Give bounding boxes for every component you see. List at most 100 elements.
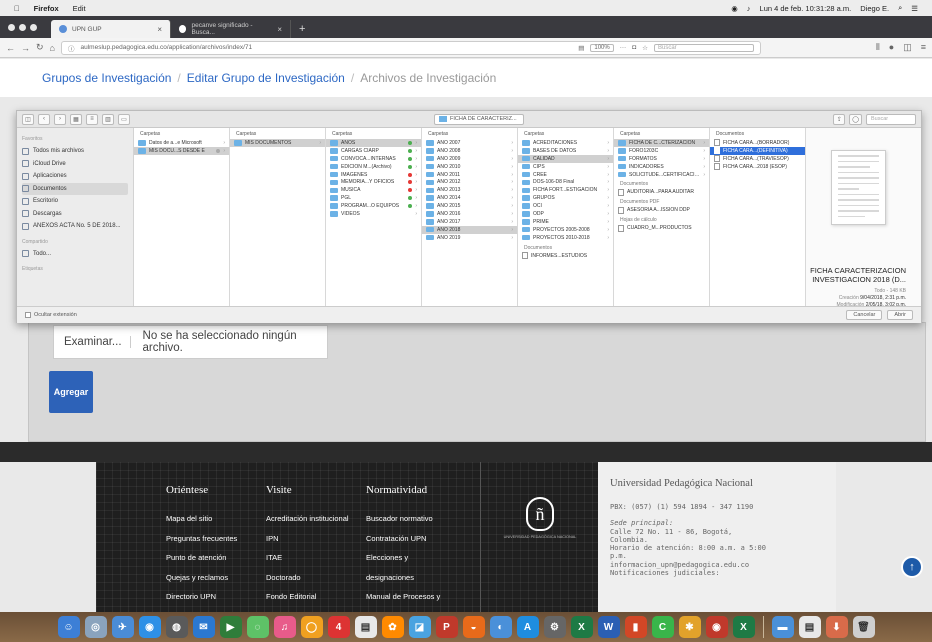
close-tab-icon[interactable]: × [277,25,282,34]
footer-link[interactable]: Manual de Procesos y [366,592,440,601]
sidebar-item-documents[interactable]: Documentos [22,182,128,195]
info-icon[interactable]: ⓘ [68,43,75,53]
footer-link[interactable]: Doctorado [266,573,349,582]
reload-icon[interactable]: ↻ [36,42,44,53]
utility-icon[interactable]: C [651,616,674,638]
tab-search[interactable]: pecanve significado - Busca... × [171,20,291,38]
crumb-grupos[interactable]: Grupos de Investigación [42,71,171,85]
menu-edit[interactable]: Edit [73,4,86,13]
photo-app-icon[interactable]: ◉ [705,616,728,638]
sidebar-icon[interactable]: ◫ [903,42,912,53]
photo-booth-icon[interactable]: ◍ [165,616,188,638]
menu-list-icon[interactable]: ☰ [911,4,918,13]
back-nav-icon[interactable]: ‹ [38,113,50,125]
list-item[interactable]: FICHA CARA...(BORRADOR) [710,139,805,147]
list-item[interactable]: AÑO 2007 › [422,139,517,147]
forward-nav-icon[interactable]: › [54,113,66,125]
downloads-stack-icon[interactable]: ⬇ [825,616,848,638]
chrome-icon[interactable]: ◐ [489,616,512,638]
list-item[interactable]: PRIME › [518,218,613,226]
safari-icon[interactable]: ◉ [138,616,161,638]
file-input[interactable]: Examinar... No se ha seleccionado ningún… [53,325,328,359]
search-field[interactable]: Buscar [653,43,754,52]
sidebar-item-icloud[interactable]: iCloud Drive [22,158,128,171]
list-item[interactable]: AÑO 2010 › [422,163,517,171]
list-item[interactable]: IMÁGENES › [326,171,421,179]
footer-link[interactable]: Acreditación institucional [266,514,349,523]
icon-view-icon[interactable]: ▦ [70,113,82,125]
cancel-button[interactable]: Cancelar [846,310,883,320]
list-item[interactable]: PGL › [326,194,421,202]
list-item[interactable]: AÑO 2018 › [422,225,517,234]
list-item[interactable]: MEMORIA...Y OFICIOS › [326,178,421,186]
sidebar-item-applications[interactable]: Aplicaciones [22,170,128,183]
list-item[interactable]: PROYECTOS 2010-2018 › [518,234,613,242]
footer-link[interactable]: Elecciones y [366,553,440,562]
list-item[interactable]: MIS DOCUMENTOS › [230,139,325,147]
sidebar-item-shared-all[interactable]: Todo... [22,248,128,261]
column-view-icon[interactable]: ▥ [102,113,114,125]
back-icon[interactable]: ← [6,43,15,53]
list-item[interactable]: INFORMES...ESTUDIOS [518,252,613,260]
finder-icon[interactable]: ☺ [57,616,80,638]
home-icon[interactable]: ⌂ [50,43,55,53]
notes-icon[interactable]: ▤ [354,616,377,638]
photos-icon[interactable]: ✿ [381,616,404,638]
list-item[interactable]: OCI › [518,202,613,210]
wifi-icon[interactable]: ◉ [731,4,738,13]
list-item[interactable]: AÑO 2011 › [422,171,517,179]
grapher-icon[interactable]: ✱ [678,616,701,638]
page-actions-icon[interactable]: ··· [620,44,627,51]
list-item[interactable]: AUDITORIA...PARA AUDITAR [614,188,709,196]
zoom-window-button[interactable] [30,23,37,31]
hide-extension-checkbox[interactable] [25,312,31,318]
footer-link[interactable]: Punto de atención [166,553,237,562]
list-item[interactable]: PROYECTOS 2005-2008 › [518,226,613,234]
sidebar-item-downloads[interactable]: Descargas [22,208,128,221]
document-dock-icon[interactable]: ▤ [798,616,821,638]
close-tab-icon[interactable]: × [157,25,162,34]
ibooks-icon[interactable]: ◯ [300,616,323,638]
list-item[interactable]: MIS DOCU...S DESDE E › [134,146,229,155]
list-item[interactable]: AÑO 2008 › [422,147,517,155]
list-item[interactable]: AÑO 2017 › [422,218,517,226]
minimize-window-button[interactable] [19,23,26,31]
apple-icon[interactable]:  [14,4,20,13]
siri-icon[interactable]: ◎ [84,616,107,638]
folder-dock-icon[interactable]: ▬ [771,616,794,638]
browse-button[interactable]: Examinar... [64,336,131,348]
list-item[interactable]: AÑO 2014 › [422,194,517,202]
footer-link[interactable]: Mapa del sitio [166,514,237,523]
footer-link[interactable]: designaciones [366,573,440,582]
university-logo[interactable]: ñ UNIVERSIDAD PEDAGÓGICA NACIONAL [480,462,600,612]
new-tab-button[interactable]: + [291,20,313,38]
list-item[interactable]: FICHA CARA...2018 (ESOP) [710,163,805,171]
list-item[interactable]: AÑO 2016 › [422,210,517,218]
list-item[interactable]: CIPS › [518,163,613,171]
list-item[interactable]: GRUPOS › [518,194,613,202]
calendar-icon[interactable]: 4 [327,616,350,638]
clock-text[interactable]: Lun 4 de feb. 10:31:28 a.m. [760,4,852,13]
crumb-editar[interactable]: Editar Grupo de Investigación [187,71,345,85]
footer-link[interactable]: Contratación UPN [366,534,440,543]
menu-icon[interactable]: ≡ [921,42,926,53]
tag-icon[interactable]: ◯ [849,113,862,125]
footer-link[interactable]: Quejas y reclamos [166,573,237,582]
list-view-icon[interactable]: ≡ [86,113,98,125]
list-item[interactable]: ODP › [518,210,613,218]
share-icon[interactable]: ⇪ [833,113,846,125]
menu-app[interactable]: Firefox [34,4,59,13]
dialog-search-input[interactable]: Buscar [866,113,916,125]
zoom-level[interactable]: 100% [590,43,614,52]
list-item[interactable]: FICHA CARA...(TRAVIESOP) [710,155,805,163]
list-item-selected[interactable]: FICHA CARA...(DEFINITIVA) [710,146,805,155]
firefox-icon[interactable]: ◒ [462,616,485,638]
path-popup[interactable]: FICHA DE CARACTERIZ... [434,113,524,125]
messages-icon[interactable]: ◌ [246,616,269,638]
footer-link[interactable]: Fondo Editorial [266,592,349,601]
sidebar-toggle-icon[interactable]: ◫ [22,113,34,125]
footer-link[interactable]: ITAE [266,553,349,562]
list-item[interactable]: FORO1203C › [614,147,709,155]
sidebar-item-desktop[interactable]: Escritorio [22,195,128,208]
list-item[interactable]: CALIDAD › [518,154,613,163]
